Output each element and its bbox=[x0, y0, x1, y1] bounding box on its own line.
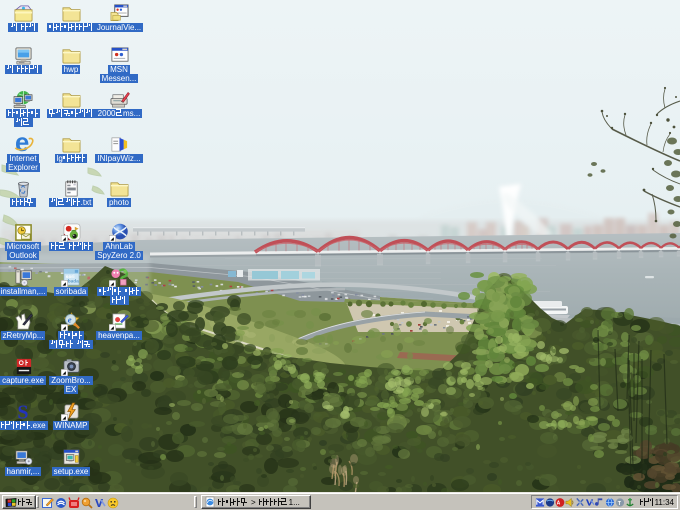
svg-text:bada: bada bbox=[67, 279, 78, 285]
svg-text:e: e bbox=[67, 314, 71, 324]
svg-text:A: A bbox=[556, 500, 560, 506]
svg-text:e: e bbox=[14, 135, 28, 154]
svg-text:S: S bbox=[17, 402, 28, 421]
